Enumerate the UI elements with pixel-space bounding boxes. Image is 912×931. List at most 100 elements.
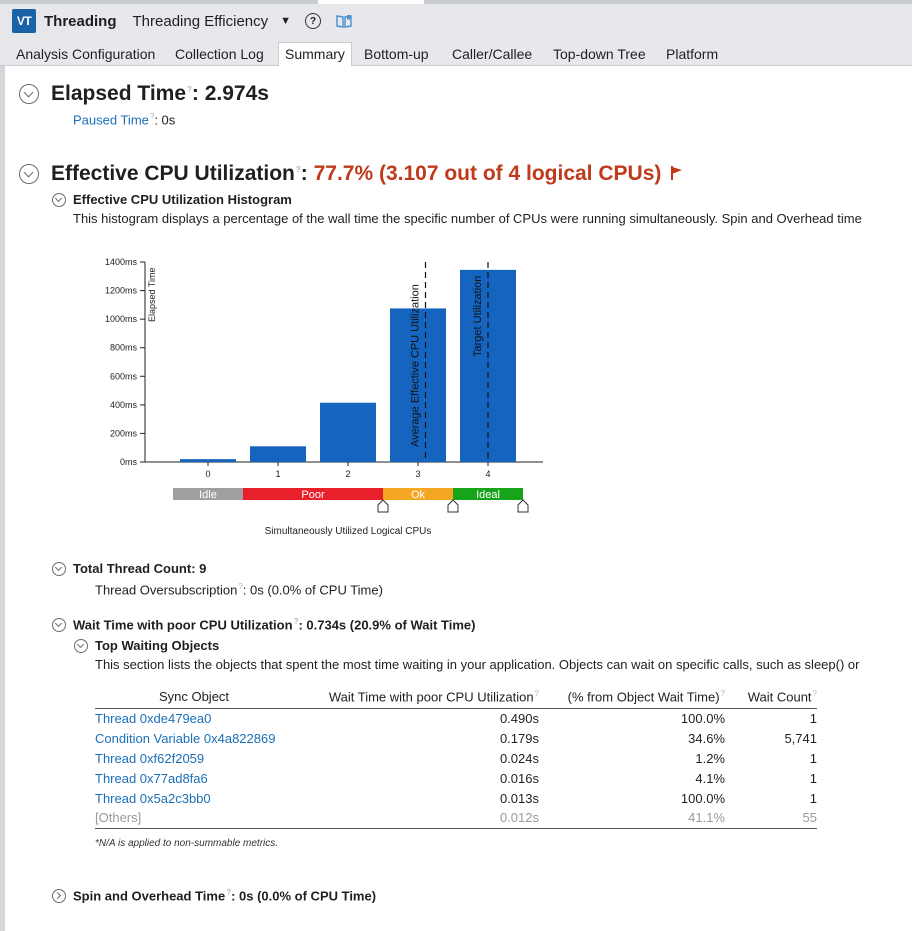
table-row: Thread 0x5a2c3bb0 0.013s 100.0% 1 xyxy=(95,788,817,808)
histogram-bar xyxy=(320,402,376,462)
column-header-percent-wait-time[interactable]: (% from Object Wait Time)? xyxy=(539,686,725,708)
help-icon[interactable]: ? xyxy=(305,13,322,29)
utilization-band-label: Poor xyxy=(301,489,325,501)
elapsed-time-collapse-toggle[interactable] xyxy=(19,84,39,104)
table-row: Thread 0x77ad8fa6 0.016s 4.1% 1 xyxy=(95,768,817,788)
title-bar: VT Threading Threading Efficiency ▼ ? xyxy=(0,4,912,38)
table-row: Condition Variable 0x4a822869 0.179s 34.… xyxy=(95,728,817,748)
sync-object-link[interactable]: Thread 0x5a2c3bb0 xyxy=(95,788,293,808)
cpu-utilization-colon: : xyxy=(300,162,314,185)
percent-cell: 41.1% xyxy=(688,810,725,826)
wait-time-cell: 0.013s xyxy=(499,790,539,806)
utilization-band-label: Ok xyxy=(411,489,426,501)
wait-time-cell: 0.024s xyxy=(499,750,539,766)
spin-overhead-label: Spin and Overhead Time xyxy=(73,888,226,904)
tab-caller-callee[interactable]: Caller/Callee xyxy=(452,42,532,66)
top-waiting-objects-collapse-toggle[interactable] xyxy=(74,639,88,653)
wait-count-cell: 1 xyxy=(809,750,817,766)
tab-analysis-configuration[interactable]: Analysis Configuration xyxy=(16,42,155,66)
y-tick-label: 800ms xyxy=(110,343,138,353)
histogram-title: Effective CPU Utilization Histogram xyxy=(73,192,292,207)
open-book-icon[interactable] xyxy=(335,12,353,30)
wait-time-cell: 0.012s xyxy=(499,810,539,826)
marker-label: Average Effective CPU Utilization xyxy=(409,284,421,447)
column-header-sync-object[interactable]: Sync Object xyxy=(95,686,293,708)
wait-time-cell: 0.490s xyxy=(499,710,539,726)
paused-time-link[interactable]: Paused Time xyxy=(73,112,149,127)
y-tick-label: 1000ms xyxy=(105,314,138,324)
thread-count-collapse-toggle[interactable] xyxy=(52,562,66,576)
wait-time-heading: Wait Time with poor CPU Utilization?: 0.… xyxy=(73,617,475,632)
elapsed-time-value: : 2.974s xyxy=(191,82,269,105)
spin-overhead-expand-toggle[interactable] xyxy=(52,889,66,903)
table-row: Thread 0xde479ea0 0.490s 100.0% 1 xyxy=(95,708,817,728)
cpu-utilization-histogram: 0ms 200ms 400ms 600ms 800ms 1000ms 1200ms 1400m… xyxy=(105,257,543,537)
tab-top-down-tree[interactable]: Top-down Tree xyxy=(553,42,646,66)
percent-cell: 100.0% xyxy=(680,710,725,726)
y-tick-label: 0ms xyxy=(120,457,138,467)
wait-count-cell: 1 xyxy=(809,770,817,786)
tab-bottom-up[interactable]: Bottom-up xyxy=(364,42,429,66)
threshold-handle-icon xyxy=(377,499,389,513)
sync-object-link[interactable]: Condition Variable 0x4a822869 xyxy=(95,728,293,748)
table-header-row: Sync Object Wait Time with poor CPU Util… xyxy=(95,686,817,708)
percent-cell: 100.0% xyxy=(680,790,725,806)
column-header-wait-count[interactable]: Wait Count? xyxy=(725,686,817,708)
wait-count-cell: 5,741 xyxy=(784,730,817,746)
histogram-bar xyxy=(180,459,236,462)
histogram-collapse-toggle[interactable] xyxy=(52,193,66,207)
elapsed-time-label: Elapsed Time xyxy=(51,82,187,105)
utilization-band-label: Ideal xyxy=(476,489,500,501)
paused-time-value: : 0s xyxy=(154,112,176,128)
cpu-utilization-heading: Effective CPU Utilization?: 77.7% (3.107… xyxy=(51,162,684,186)
top-waiting-objects-table: Sync Object Wait Time with poor CPU Util… xyxy=(95,686,817,829)
paused-time-row: Paused Time?: 0s xyxy=(73,112,175,127)
table-footnote: *N/A is applied to non-summable metrics. xyxy=(95,838,279,849)
tab-platform[interactable]: Platform xyxy=(666,42,718,66)
tab-summary[interactable]: Summary xyxy=(278,42,352,66)
cpu-utilization-collapse-toggle[interactable] xyxy=(19,164,39,184)
marker-label: Target Utilization xyxy=(472,276,484,357)
sync-object-others: [Others] xyxy=(95,810,142,826)
percent-cell: 1.2% xyxy=(695,750,725,766)
wait-count-cell: 1 xyxy=(809,790,817,806)
utilization-band-label: Idle xyxy=(199,489,217,501)
wait-time-cell: 0.179s xyxy=(499,730,539,746)
wait-time-value: : 0.734s (20.9% of Wait Time) xyxy=(298,617,476,633)
sync-object-link[interactable]: Thread 0xf62f2059 xyxy=(95,748,293,768)
x-tick-label: 0 xyxy=(205,469,210,479)
y-tick-label: 1400ms xyxy=(105,257,138,267)
wait-count-cell: 1 xyxy=(809,710,817,726)
top-waiting-objects-description: This section lists the objects that spen… xyxy=(95,657,860,672)
wait-time-collapse-toggle[interactable] xyxy=(52,618,66,632)
y-tick-label: 600ms xyxy=(110,371,138,381)
spin-overhead-heading: Spin and Overhead Time?: 0s (0.0% of CPU… xyxy=(73,888,376,903)
thread-oversubscription-row: Thread Oversubscription?: 0s (0.0% of CP… xyxy=(95,582,383,597)
flag-icon xyxy=(671,166,683,180)
sync-object-link[interactable]: Thread 0xde479ea0 xyxy=(95,708,293,728)
tab-collection-log[interactable]: Collection Log xyxy=(175,42,264,66)
thread-count-title: Total Thread Count: 9 xyxy=(73,561,207,576)
vtune-logo-icon: VT xyxy=(12,9,36,33)
y-tick-label: 400ms xyxy=(110,400,138,410)
wait-count-cell: 55 xyxy=(802,810,817,826)
x-tick-label: 4 xyxy=(485,469,490,479)
left-rail xyxy=(0,66,5,931)
histogram-description: This histogram displays a percentage of … xyxy=(73,211,862,226)
threshold-handle-icon xyxy=(517,499,529,513)
chevron-down-icon[interactable]: ▼ xyxy=(280,15,291,27)
elapsed-time-heading: Elapsed Time?: 2.974s xyxy=(51,82,269,106)
table-row: Thread 0xf62f2059 0.024s 1.2% 1 xyxy=(95,748,817,768)
analysis-type-selector[interactable]: Threading Efficiency xyxy=(133,13,269,30)
thread-oversubscription-value: : 0s (0.0% of CPU Time) xyxy=(242,582,383,598)
x-tick-label: 3 xyxy=(415,469,420,479)
sync-object-link[interactable]: Thread 0x77ad8fa6 xyxy=(95,768,293,788)
tab-bar: Analysis Configuration Collection Log Su… xyxy=(0,38,912,66)
app-title: Threading xyxy=(44,12,117,30)
y-tick-label: 200ms xyxy=(110,428,138,438)
wait-time-cell: 0.016s xyxy=(499,770,539,786)
wait-time-label: Wait Time with poor CPU Utilization xyxy=(73,617,293,633)
percent-cell: 34.6% xyxy=(688,730,725,746)
x-tick-label: 1 xyxy=(275,469,280,479)
column-header-wait-time[interactable]: Wait Time with poor CPU Utilization? xyxy=(293,686,539,708)
